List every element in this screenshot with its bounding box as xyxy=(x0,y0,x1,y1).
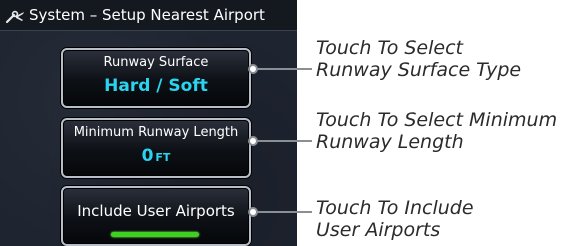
callout-2-line-2: Runway Length xyxy=(316,131,464,153)
callout-minimum-length: Touch To Select Minimum Runway Length xyxy=(316,109,557,153)
callout-1-line-1: Touch To Select xyxy=(316,37,463,59)
callout-3-line-1: Touch To Include xyxy=(316,197,474,219)
callout-runway-surface: Touch To Select Runway Surface Type xyxy=(316,37,521,81)
leader-dot-2 xyxy=(248,136,258,146)
leader-dot-3 xyxy=(248,207,258,217)
callout-user-airports: Touch To Include User Airports xyxy=(316,197,474,241)
callout-2-line-1: Touch To Select Minimum xyxy=(316,109,558,131)
callout-3-line-2: User Airports xyxy=(316,219,441,241)
leader-dot-1 xyxy=(248,64,258,74)
callout-1-line-2: Runway Surface Type xyxy=(316,59,522,81)
